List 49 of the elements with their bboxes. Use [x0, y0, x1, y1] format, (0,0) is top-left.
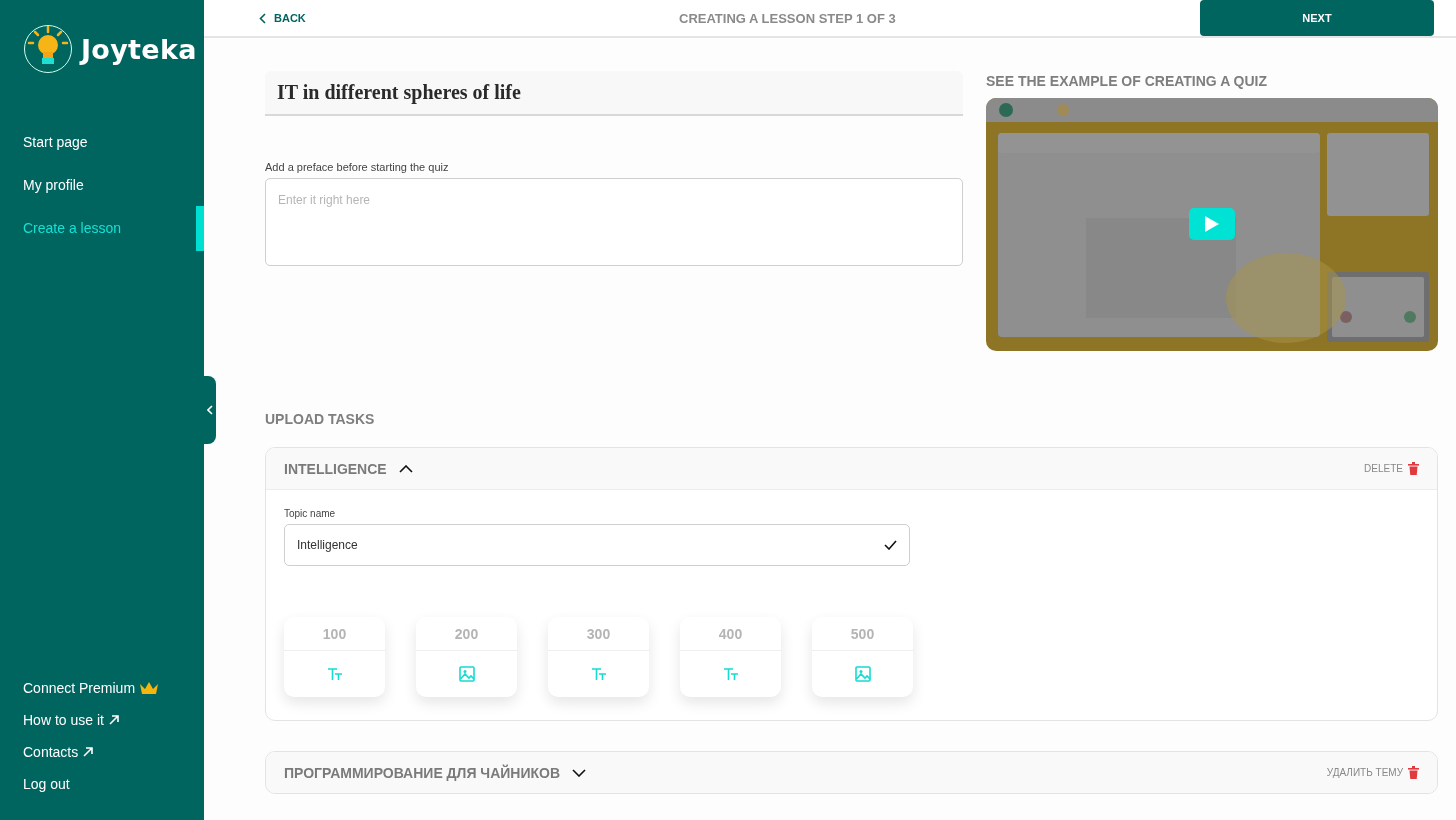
delete-link[interactable]: DELETE [1364, 463, 1403, 474]
delete-link[interactable]: УДАЛИТЬ ТЕМУ [1326, 767, 1403, 778]
external-arrow-icon [107, 714, 120, 726]
back-link[interactable]: BACK [274, 12, 306, 24]
chevron-left-icon [259, 12, 266, 24]
text-icon [590, 667, 607, 681]
topic-header[interactable]: INTELLIGENCE DELETE [266, 448, 1437, 490]
field-label: Add a preface before starting the quiz [265, 161, 450, 173]
image-icon [458, 666, 475, 682]
field-label: Topic name [284, 508, 337, 519]
trash-icon [1408, 766, 1419, 779]
section-heading: UPLOAD TASKS [265, 411, 376, 427]
section-heading: SEE THE EXAMPLE OF CREATING A QUIZ [986, 72, 1269, 89]
chevron-up-icon [398, 464, 413, 473]
sidebar-link[interactable]: How to use it [23, 712, 104, 728]
sidebar-link[interactable]: Connect Premium [23, 680, 136, 696]
chevron-down-icon [572, 768, 587, 777]
sidebar-item[interactable]: Create a lesson [0, 206, 204, 249]
sidebar-item[interactable]: My profile [0, 163, 204, 206]
play-icon [1204, 215, 1220, 233]
topic-header[interactable]: ПРОГРАММИРОВАНИЕ ДЛЯ ЧАЙНИКОВ УДАЛИТЬ ТЕМУ [266, 752, 1437, 793]
external-arrow-icon [82, 746, 95, 758]
next-button[interactable]: NEXT [1200, 0, 1434, 36]
crown-icon [139, 681, 160, 695]
lightbulb-logo-icon [23, 24, 73, 74]
page-title: CREATING A LESSON STEP 1 OF 3 [679, 10, 897, 26]
field-value: Intelligence [297, 538, 359, 552]
points-label: 400 [680, 617, 781, 651]
text-icon [722, 667, 739, 681]
brand-name: Joyteka [81, 33, 197, 65]
text-icon [326, 667, 343, 681]
lesson-title-field[interactable]: IT in different spheres of life [265, 71, 963, 116]
sidebar-item[interactable]: Start page [0, 120, 204, 163]
points-label: 300 [548, 617, 649, 651]
trash-icon [1408, 462, 1419, 475]
image-icon [854, 666, 871, 682]
topic-title: INTELLIGENCE [284, 460, 387, 477]
sidebar-link[interactable]: Log out [23, 776, 70, 792]
topic-title: ПРОГРАММИРОВАНИЕ ДЛЯ ЧАЙНИКОВ [284, 764, 561, 781]
active-indicator [196, 206, 204, 251]
topic-name-field[interactable]: Intelligence [284, 524, 910, 566]
chevron-left-icon [207, 405, 213, 415]
sidebar-link[interactable]: Contacts [23, 744, 79, 760]
points-label: 500 [812, 617, 913, 651]
points-label: 200 [416, 617, 517, 651]
check-icon [884, 540, 897, 550]
points-label: 100 [284, 617, 385, 651]
collapse-tab[interactable] [204, 376, 216, 444]
preface-field[interactable]: Enter it right here [265, 178, 963, 266]
